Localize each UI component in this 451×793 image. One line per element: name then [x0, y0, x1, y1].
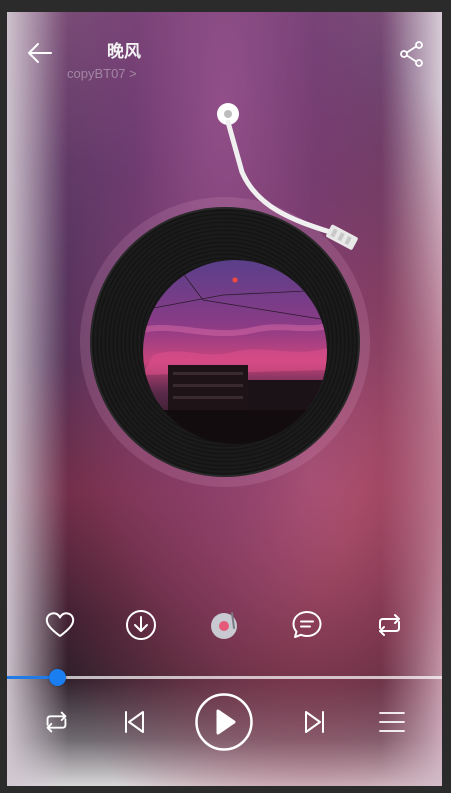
sound-effect-button[interactable] — [208, 608, 242, 642]
download-icon — [126, 610, 156, 640]
playlist-button[interactable] — [377, 707, 407, 737]
like-button[interactable] — [43, 608, 77, 642]
song-title: 晚风 — [107, 42, 141, 61]
playlist-icon — [379, 712, 405, 732]
repeat-icon — [46, 711, 67, 733]
comment-icon — [292, 611, 322, 638]
play-button[interactable] — [194, 692, 254, 752]
share-button[interactable] — [398, 40, 426, 68]
heart-icon — [45, 612, 75, 637]
back-button[interactable] — [25, 40, 55, 66]
repeat-mode-button[interactable] — [372, 608, 406, 642]
play-icon — [195, 693, 253, 751]
progress-bar[interactable] — [7, 668, 442, 688]
action-bar — [7, 608, 442, 648]
next-icon — [305, 711, 324, 733]
playback-controls — [7, 692, 442, 752]
next-button[interactable] — [300, 706, 330, 738]
comment-button[interactable] — [290, 608, 324, 642]
loop-button[interactable] — [40, 706, 72, 738]
share-icon — [400, 41, 423, 67]
download-button[interactable] — [124, 608, 158, 642]
progress-handle[interactable] — [49, 669, 66, 686]
arrow-left-icon — [28, 43, 52, 63]
repeat-icon — [379, 614, 400, 636]
tonearm — [217, 103, 358, 250]
previous-button[interactable] — [119, 706, 149, 738]
previous-icon — [125, 711, 144, 733]
artist-link[interactable]: copyBT07 > — [67, 66, 137, 81]
top-bar: 晚风 copyBT07 > — [7, 12, 442, 102]
vinyl-effect-icon — [211, 612, 237, 639]
album-cover — [143, 260, 327, 444]
progress-track — [7, 676, 442, 679]
player-screen: 晚风 copyBT07 > — [7, 12, 442, 786]
